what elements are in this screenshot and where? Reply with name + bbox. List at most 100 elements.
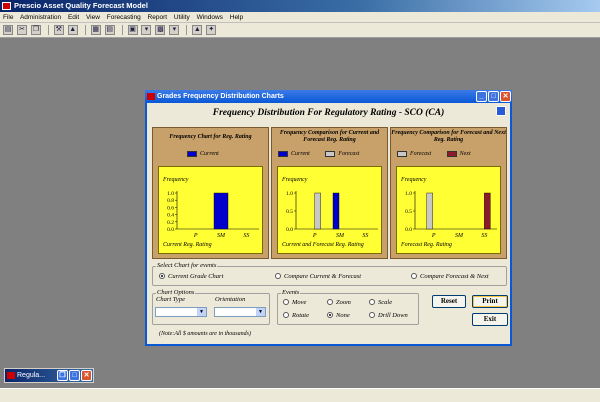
reset-button[interactable]: Reset [432,295,466,308]
document-icon[interactable]: ▤ [104,25,115,35]
app-logo-icon [2,2,11,10]
radio-event-drill-down[interactable]: Drill Down [369,312,408,320]
chart-type-label: Chart Type [156,296,185,303]
legend-swatch [325,151,336,157]
x-axis-label: Current and Forecast Reg. Rating [282,242,364,248]
y-tick-label: 0.6 [167,205,174,211]
legend-swatch [446,151,457,157]
radio-compare-forecast-next[interactable]: Compare Forecast & Next [411,273,489,281]
x-axis-label: Forecast Reg. Rating [400,242,452,248]
window-icon [147,93,155,100]
menu-forecasting[interactable]: Forecasting [107,14,141,21]
orientation-select[interactable]: ▼ [214,307,266,317]
radio-indicator [275,273,281,279]
radio-event-move[interactable]: Move [283,299,306,307]
x-tick-label: SM [217,233,226,239]
chart-panel-current: Frequency Chart for Reg. Rating Current … [152,127,269,259]
bar [314,192,321,230]
maximize-icon[interactable]: □ [69,370,80,381]
events-label: Events [281,289,301,296]
app-window: Prescio Asset Quality Forecast Model Fil… [0,0,600,402]
legend-label: Current [200,151,219,157]
wand-icon[interactable]: ✦ [206,25,217,35]
help-icon[interactable] [496,106,506,116]
radio-current-grade-chart[interactable]: Current Grade Chart [159,273,223,281]
minimize-icon[interactable]: _ [476,91,487,102]
legend-item: Current [278,151,310,157]
chart-title: Frequency Chart for Reg. Rating [169,134,252,140]
y-axis-label: Frequency [281,177,308,183]
toolbar-separator [121,25,123,35]
radio-label: Compare Current & Forecast [284,273,362,280]
radio-label: Scale [378,299,393,306]
cut-icon[interactable]: ✂ [16,25,27,35]
radio-event-scale[interactable]: Scale [369,299,392,307]
radio-indicator [327,299,333,305]
menu-edit[interactable]: Edit [68,14,79,21]
menu-windows[interactable]: Windows [197,14,223,21]
image-icon[interactable]: ▦ [90,25,101,35]
y-tick-label: 0.5 [286,209,293,215]
legend-item: Forecast [325,151,359,157]
bar-chart: Frequency 0.0 0.5 1.0 P SM SS Forecast Reg. Rat… [400,177,497,248]
window-icon [7,372,15,379]
x-tick-label: P [312,233,317,239]
radio-event-rotate[interactable]: Rotate [283,312,309,320]
print-button[interactable]: Print [472,295,508,308]
minimized-window-controls: ❐ □ ✕ [56,370,92,383]
y-tick-label: 0.2 [167,220,174,226]
triangle-icon[interactable]: ▲ [192,25,203,35]
menu-view[interactable]: View [86,14,100,21]
legend-swatch [187,151,197,157]
chart-type-select[interactable]: ▼ [155,307,207,317]
radio-indicator [369,312,375,318]
chevron-down-icon: ▼ [197,308,206,316]
chart-title: Frequency Comparison for Forecast and Ne… [391,130,506,143]
print-icon[interactable]: ▤ [3,25,13,35]
close-icon[interactable]: ✕ [500,91,511,102]
restore-icon[interactable]: ❐ [57,370,68,381]
radio-compare-current-forecast[interactable]: Compare Current & Forecast [275,273,361,281]
legend-item: Current [187,151,219,157]
menu-bar: File Administration Edit View Forecastin… [0,12,600,23]
radio-event-none[interactable]: None [327,312,350,320]
toolbar-separator [47,25,49,35]
chart-icon[interactable]: ▲ [67,25,78,35]
tools-icon[interactable]: ⚒ [53,25,64,35]
chart-title: Frequency Comparison for Current and For… [279,130,380,143]
copy-icon[interactable]: ❐ [30,25,41,35]
chart-legend: Forecast Next [397,151,471,158]
exit-button[interactable]: Exit [472,313,508,326]
legend-label: Next [459,151,471,157]
radio-label: Zoom [336,299,351,306]
dropdown-arrow-icon[interactable]: ▾ [141,25,152,35]
toolbar-separator [186,25,188,35]
radio-indicator [369,299,375,305]
menu-utility[interactable]: Utility [174,14,190,21]
window-icon[interactable]: ▩ [155,25,166,35]
radio-event-zoom[interactable]: Zoom [327,299,351,307]
radio-indicator [159,273,165,279]
dialog-title: Grades Frequency Distribution Charts [157,93,284,100]
amounts-note: (Note:All $ amounts are in thousands) [159,331,251,337]
toolbar-separator [84,25,86,35]
close-icon[interactable]: ✕ [81,370,92,381]
y-tick-label: 0.5 [405,209,412,215]
dialog-title-bar: Grades Frequency Distribution Charts _ □ ✕ [145,90,512,103]
menu-file[interactable]: File [3,14,13,21]
menu-report[interactable]: Report [148,14,168,21]
monitor-icon[interactable]: ▣ [127,25,138,35]
menu-help[interactable]: Help [230,14,243,21]
maximize-icon[interactable]: □ [488,91,499,102]
menu-administration[interactable]: Administration [20,14,61,21]
legend-swatch [397,151,407,157]
x-axis-label: Current Reg. Rating [163,242,212,248]
legend-label: Forecast [338,151,360,157]
minimized-window[interactable]: Regula... ❐ □ ✕ [4,368,94,383]
bar [332,192,340,230]
frequency-charts-dialog: Grades Frequency Distribution Charts _ □ ✕… [145,90,512,346]
chart-plot-area: Frequency 0.0 0.5 1.0 P SM SS Forecast Reg. Rat… [396,166,501,254]
y-tick-label: 0.8 [167,198,174,204]
dropdown-arrow-icon[interactable]: ▾ [169,25,180,35]
y-tick-label: 0.4 [167,213,174,219]
